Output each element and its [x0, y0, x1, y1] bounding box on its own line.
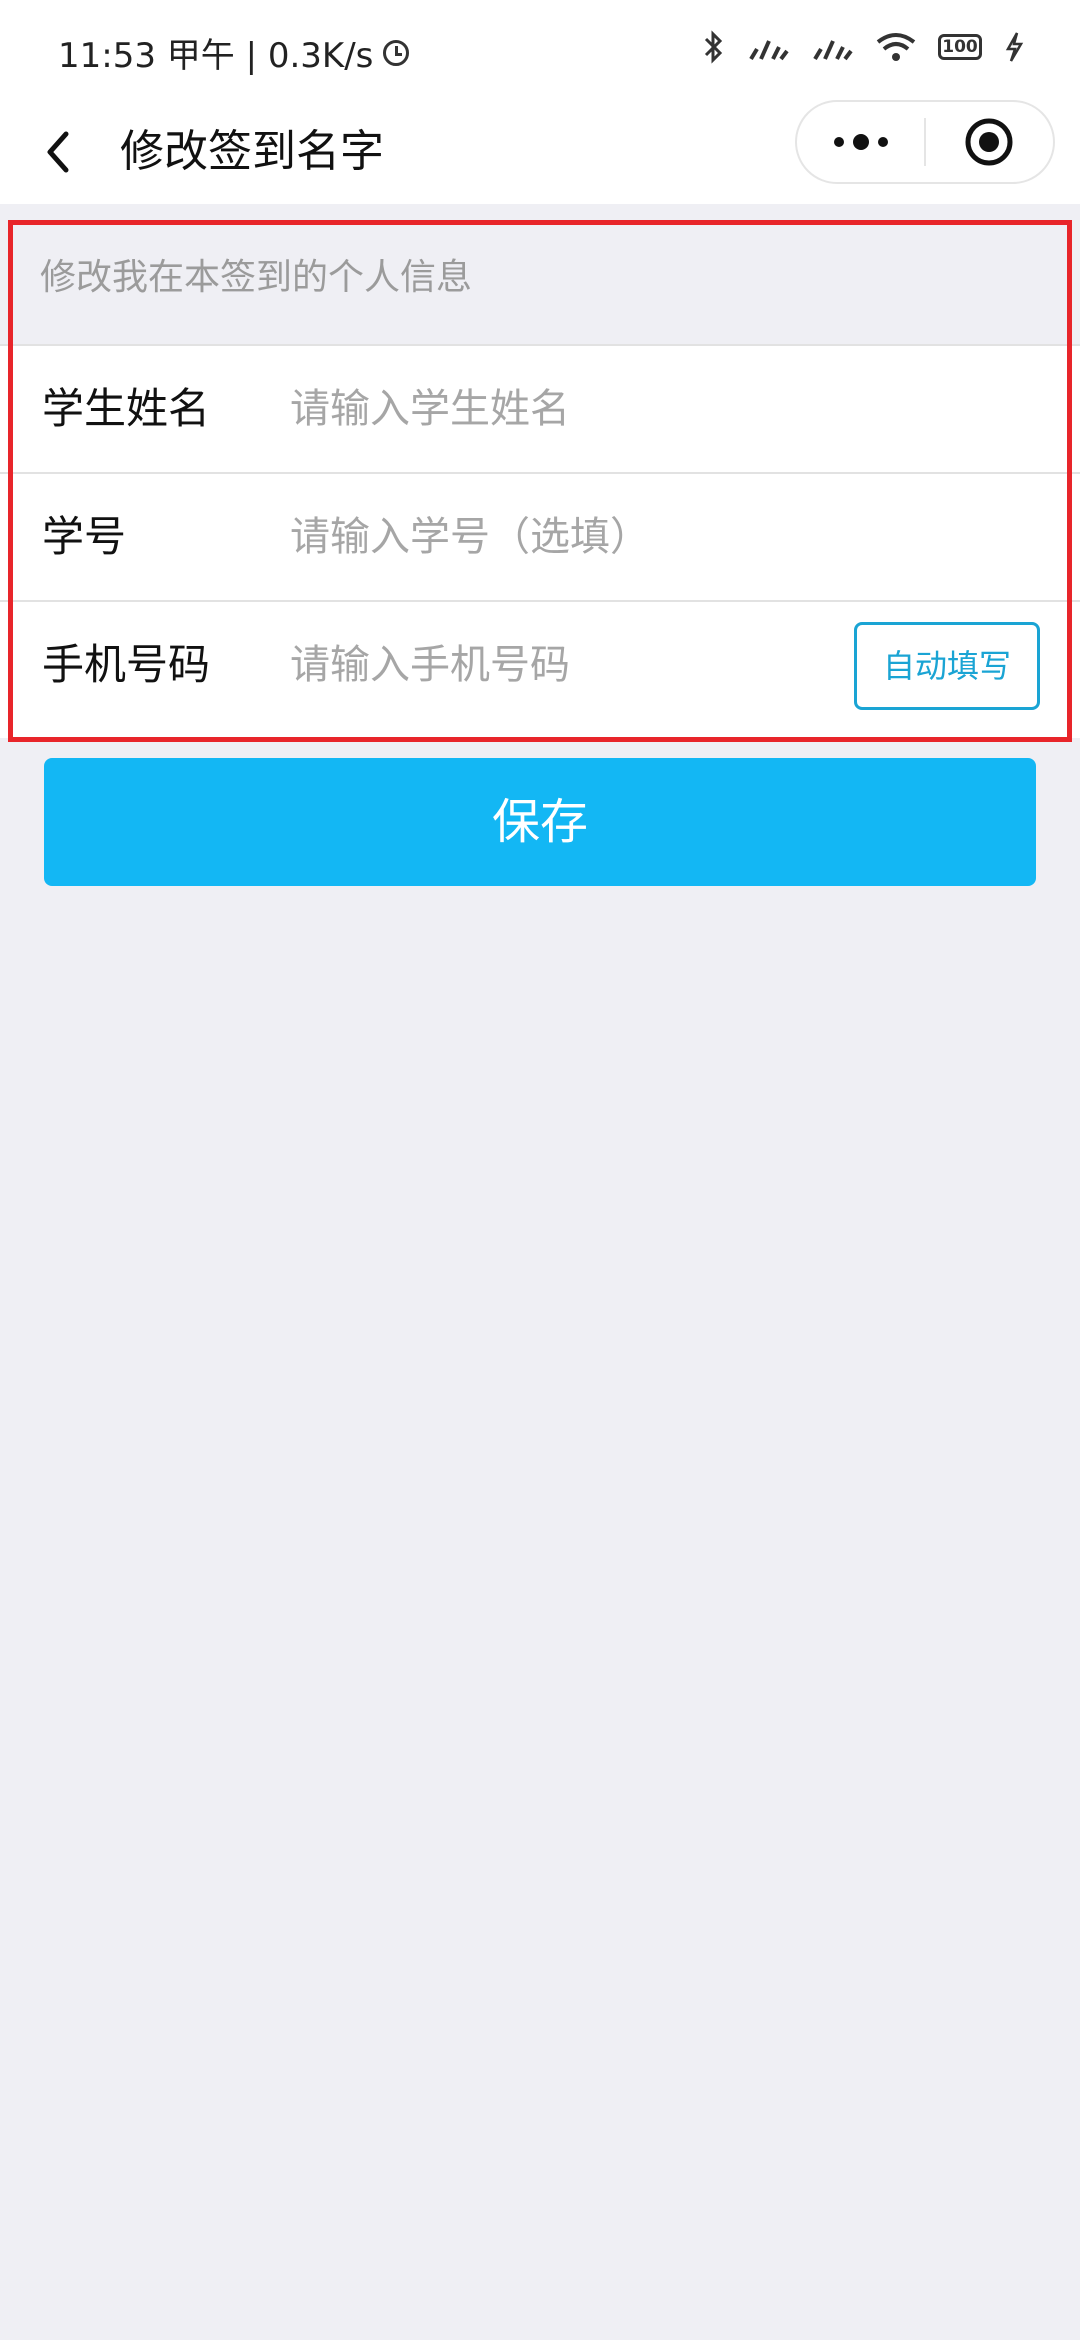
phone-label: 手机号码: [42, 640, 211, 689]
charging-icon: [1005, 32, 1024, 62]
student-id-input[interactable]: [290, 502, 830, 572]
bluetooth-icon: [704, 30, 723, 64]
student-id-label: 学号: [42, 512, 127, 561]
form-row-student-name: 学生姓名: [0, 344, 1080, 472]
clock-icon: [383, 39, 410, 66]
menu-capsule: [795, 100, 1055, 184]
status-icons: 100: [702, 30, 1024, 64]
wifi-icon: [876, 33, 916, 61]
chevron-left-icon[interactable]: [40, 116, 80, 188]
more-dots-icon: [833, 134, 888, 150]
status-bar: 11:53 甲午 | 0.3K/s 100: [0, 0, 1080, 100]
page-title: 修改签到名字: [120, 126, 384, 177]
section-title: 修改我在本签到的个人信息: [40, 257, 473, 298]
phone-input[interactable]: [290, 630, 830, 700]
student-name-label: 学生姓名: [42, 384, 211, 433]
close-button[interactable]: [926, 102, 1053, 182]
form-row-student-id: 学号: [0, 472, 1080, 600]
nav-bar: 修改签到名字: [0, 100, 1080, 204]
more-button[interactable]: [797, 102, 924, 182]
save-button[interactable]: 保存: [44, 758, 1036, 886]
student-name-input[interactable]: [290, 374, 830, 444]
status-left: 11:53 甲午 | 0.3K/s: [58, 28, 410, 77]
status-time: 11:53 甲午 | 0.3K/s: [58, 36, 374, 76]
signal-1-icon: [749, 40, 789, 61]
form-section-header: 修改我在本签到的个人信息: [0, 218, 1080, 344]
signal-2-icon: [813, 40, 853, 61]
target-circle-icon: [965, 118, 1013, 166]
form-row-phone: 手机号码 自动填写: [0, 600, 1080, 738]
battery-icon: 100: [938, 34, 982, 60]
autofill-button[interactable]: 自动填写: [854, 622, 1040, 710]
